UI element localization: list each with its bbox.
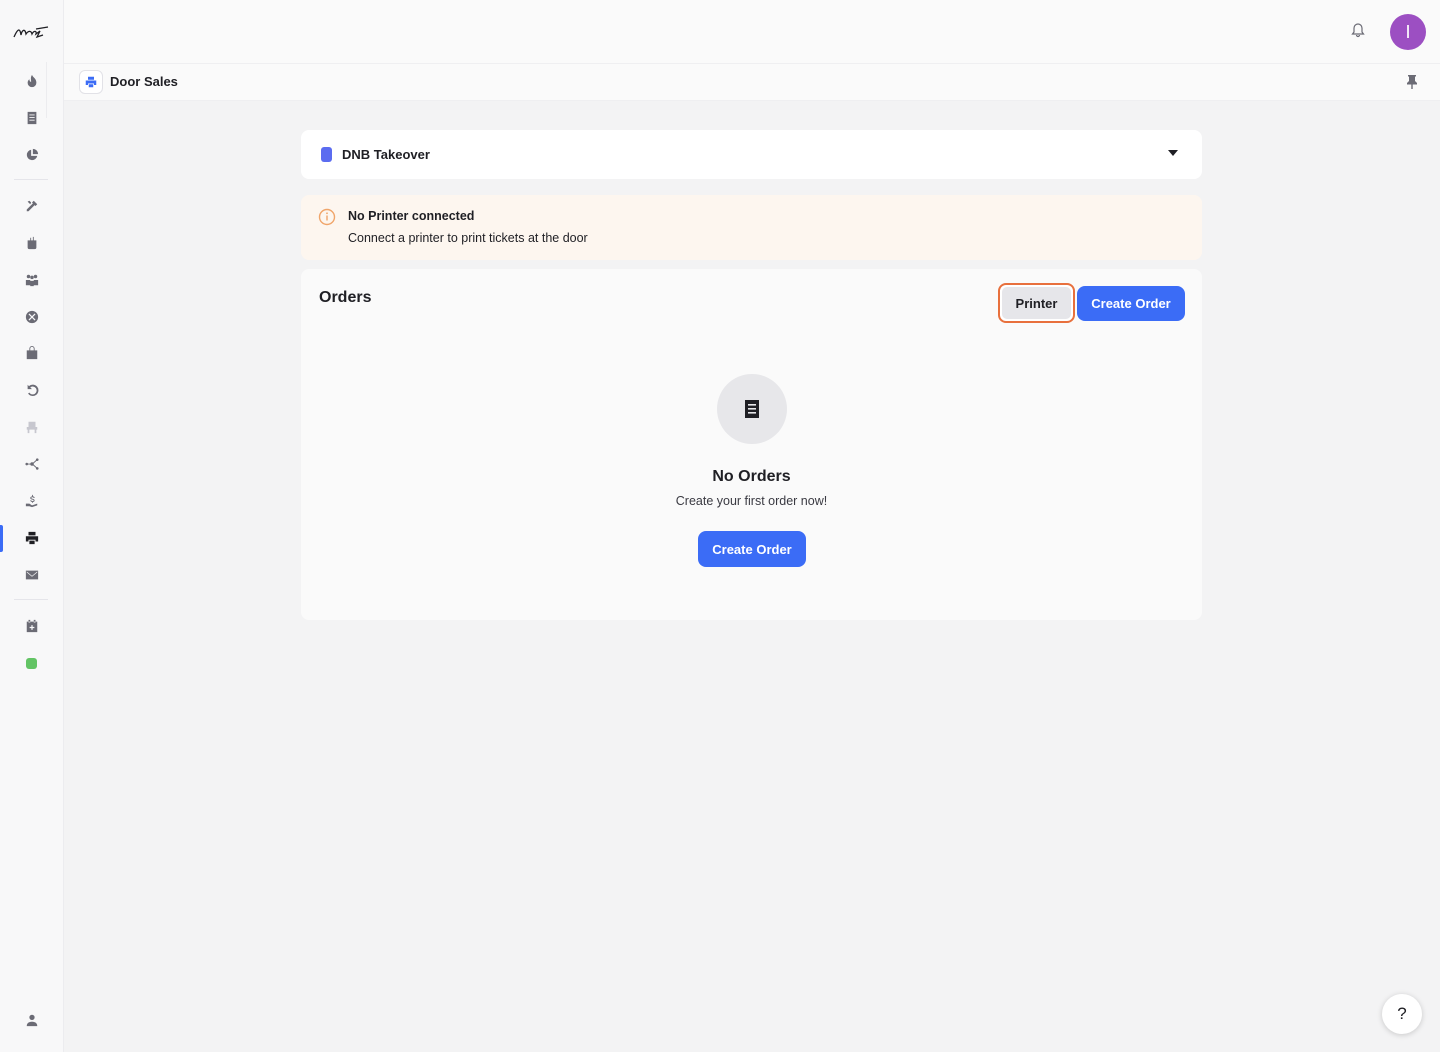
user-icon — [26, 1014, 38, 1027]
alert-body: Connect a printer to print tickets at th… — [348, 231, 588, 245]
mail-icon — [25, 570, 39, 580]
printer-button-label: Printer — [1002, 287, 1071, 319]
alert-title: No Printer connected — [348, 209, 475, 223]
empty-state-illustration — [717, 374, 787, 444]
sidebar — [0, 0, 64, 1052]
page-header: Door Sales — [64, 64, 1440, 101]
notifications-button[interactable] — [1348, 20, 1368, 40]
cancel-icon — [25, 310, 39, 324]
sidebar-item-team[interactable] — [19, 267, 45, 293]
drink-icon — [27, 236, 37, 250]
sidebar-item-payouts[interactable] — [19, 488, 45, 514]
sidebar-item-refunds[interactable] — [19, 377, 45, 403]
sidebar-item-mail[interactable] — [19, 562, 45, 588]
sidebar-item-analytics[interactable] — [19, 142, 45, 168]
topbar: I — [64, 0, 1440, 64]
sidebar-item-door-sales[interactable] — [19, 525, 45, 551]
sidebar-item-trending[interactable] — [19, 68, 45, 94]
create-order-button[interactable]: Create Order — [1077, 286, 1185, 321]
people-icon — [25, 274, 39, 287]
sidebar-item-seating[interactable] — [19, 414, 45, 440]
printer-button[interactable]: Printer — [998, 283, 1075, 323]
info-icon — [318, 208, 336, 226]
avatar[interactable]: I — [1390, 14, 1426, 50]
sidebar-item-account[interactable] — [19, 1007, 45, 1033]
brand-logo[interactable] — [12, 22, 50, 42]
sidebar-item-bar[interactable] — [19, 230, 45, 256]
undo-icon — [27, 384, 39, 396]
help-button[interactable]: ? — [1382, 994, 1422, 1034]
bag-icon — [26, 346, 38, 360]
create-first-order-button[interactable]: Create Order — [698, 531, 806, 567]
sidebar-divider — [14, 599, 48, 600]
printer-icon — [85, 76, 97, 88]
help-icon: ? — [1397, 1004, 1407, 1023]
document-icon — [27, 111, 37, 125]
sidebar-item-integrations[interactable] — [19, 451, 45, 477]
sidebar-item-calendar[interactable] — [19, 613, 45, 639]
sidebar-item-tools[interactable] — [19, 193, 45, 219]
sidebar-item-shop[interactable] — [19, 340, 45, 366]
event-color-swatch — [321, 147, 332, 162]
seat-icon — [26, 421, 38, 434]
avatar-initial: I — [1405, 21, 1411, 42]
printer-icon — [25, 531, 39, 545]
flame-icon — [27, 74, 37, 88]
page-title: Door Sales — [110, 74, 178, 89]
tools-icon — [26, 200, 38, 212]
event-selector[interactable]: DNB Takeover — [301, 130, 1202, 179]
sidebar-item-cancel[interactable] — [19, 304, 45, 330]
calendar-plus-icon — [26, 619, 38, 633]
empty-state-subtitle: Create your first order now! — [675, 494, 828, 508]
network-icon — [25, 458, 39, 470]
sidebar-rail — [46, 62, 47, 118]
pie-chart-icon — [26, 148, 39, 161]
pin-icon — [1407, 75, 1417, 89]
orders-title: Orders — [319, 289, 372, 306]
orders-panel: Orders Printer Create Order No Orders Cr… — [301, 269, 1202, 620]
status-dot-icon[interactable] — [26, 658, 37, 669]
chevron-down-icon — [1168, 150, 1178, 156]
active-indicator — [0, 525, 3, 552]
empty-state-title: No Orders — [712, 468, 791, 485]
payout-icon — [25, 494, 38, 508]
bell-icon — [1351, 23, 1365, 38]
event-selector-value: DNB Takeover — [342, 147, 430, 162]
sidebar-item-events[interactable] — [19, 105, 45, 131]
receipt-icon — [745, 400, 759, 418]
page-icon — [79, 70, 103, 94]
sidebar-divider — [14, 179, 48, 180]
pin-button[interactable] — [1404, 74, 1420, 90]
no-printer-alert: No Printer connected Connect a printer t… — [301, 195, 1202, 260]
